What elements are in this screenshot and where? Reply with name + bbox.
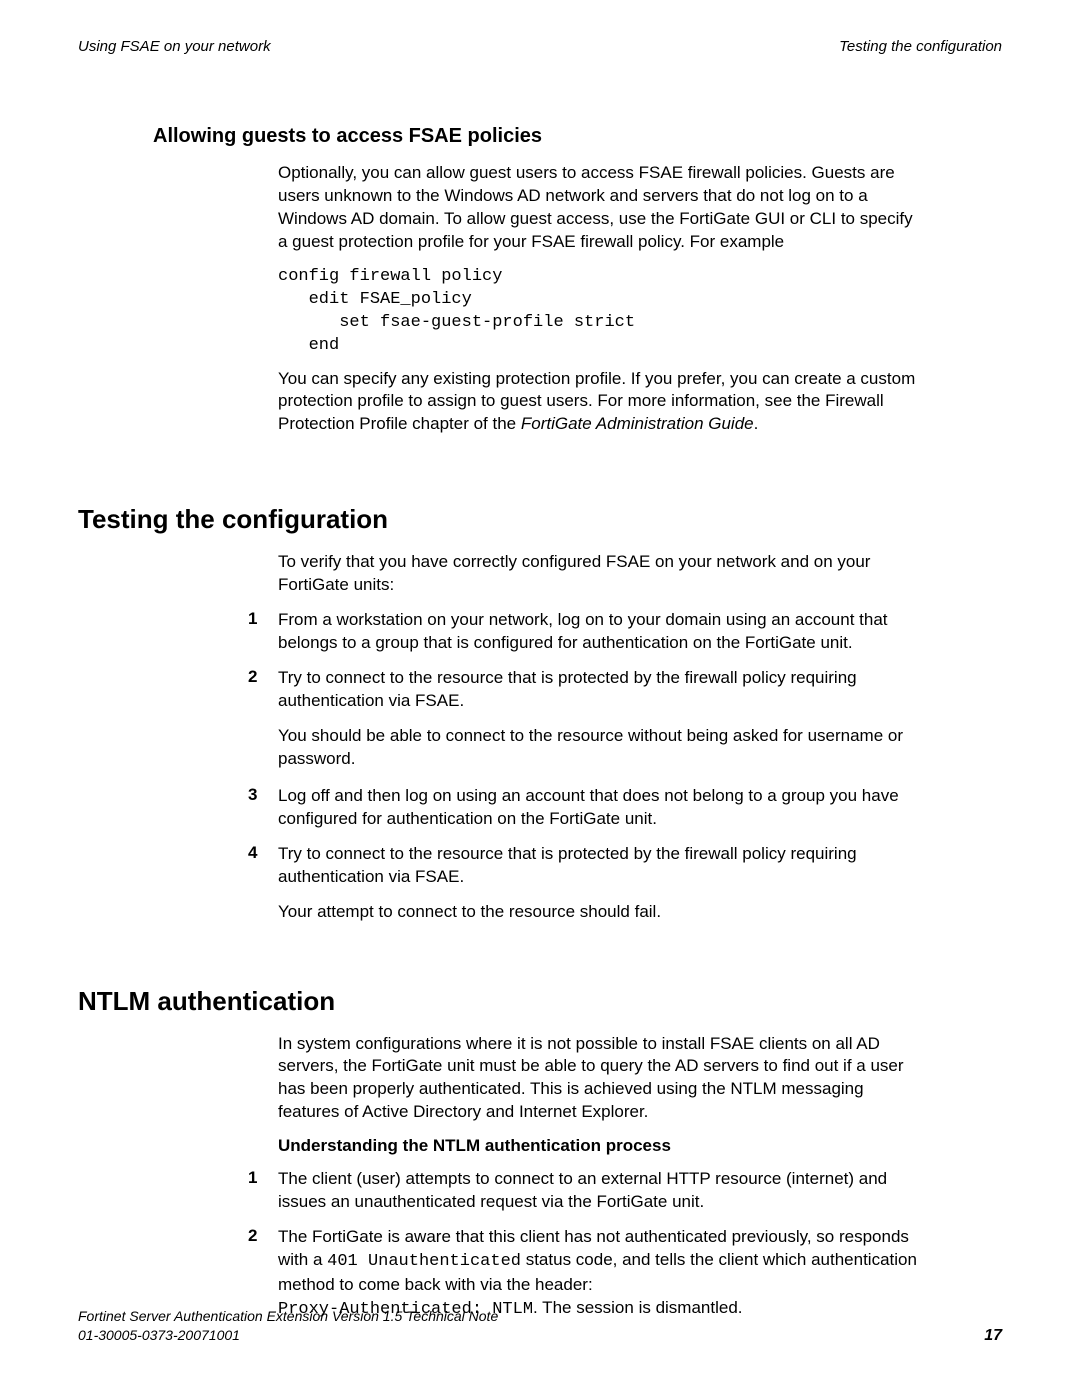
step-text: From a workstation on your network, log … xyxy=(278,609,918,655)
running-header: Using FSAE on your network Testing the c… xyxy=(78,38,1002,55)
main-content: Allowing guests to access FSAE policies … xyxy=(78,55,1002,1322)
page: Using FSAE on your network Testing the c… xyxy=(0,0,1080,1397)
para-guests-intro: Optionally, you can allow guest users to… xyxy=(278,162,918,254)
header-right: Testing the configuration xyxy=(839,38,1002,55)
list-item: 1 From a workstation on your network, lo… xyxy=(248,609,918,655)
step-text: Log off and then log on using an account… xyxy=(278,785,918,831)
page-number: 17 xyxy=(984,1327,1002,1345)
ref-admin-guide: FortiGate Administration Guide xyxy=(521,414,754,433)
footer-docid: 01-30005-0373-20071001 xyxy=(78,1327,240,1343)
list-item: 1 The client (user) attempts to connect … xyxy=(248,1168,918,1214)
heading-ntlm-auth: NTLM authentication xyxy=(78,986,1002,1017)
para-testing-intro: To verify that you have correctly config… xyxy=(278,551,918,597)
subheading-ntlm-process: Understanding the NTLM authentication pr… xyxy=(278,1136,1002,1156)
code-config-firewall: config firewall policy edit FSAE_policy … xyxy=(278,266,1002,358)
header-left: Using FSAE on your network xyxy=(78,38,271,55)
ntlm-steps-list: 1 The client (user) attempts to connect … xyxy=(248,1168,918,1322)
code-inline-401: 401 Unauthenticated xyxy=(327,1252,521,1271)
step-number: 1 xyxy=(248,1168,278,1214)
page-footer: Fortinet Server Authentication Extension… xyxy=(78,1307,1002,1345)
heading-testing-config: Testing the configuration xyxy=(78,504,1002,535)
step-number: 1 xyxy=(248,609,278,655)
note-after-step2: You should be able to connect to the res… xyxy=(278,725,918,771)
list-item: 2 Try to connect to the resource that is… xyxy=(248,667,918,713)
footer-title: Fortinet Server Authentication Extension… xyxy=(78,1308,498,1324)
step-number: 3 xyxy=(248,785,278,831)
step-text: Try to connect to the resource that is p… xyxy=(278,843,918,889)
para-ntlm-intro: In system configurations where it is not… xyxy=(278,1033,918,1125)
list-item: 4 Try to connect to the resource that is… xyxy=(248,843,918,889)
list-item: 3 Log off and then log on using an accou… xyxy=(248,785,918,831)
step-number: 4 xyxy=(248,843,278,889)
note-after-step4: Your attempt to connect to the resource … xyxy=(278,901,918,924)
heading-allowing-guests: Allowing guests to access FSAE policies xyxy=(153,125,1002,148)
step-text: Try to connect to the resource that is p… xyxy=(278,667,918,713)
footer-doc-info: Fortinet Server Authentication Extension… xyxy=(78,1307,498,1345)
para-guests-profile: You can specify any existing protection … xyxy=(278,368,918,437)
testing-steps-list: 1 From a workstation on your network, lo… xyxy=(248,609,918,713)
step-number: 2 xyxy=(248,667,278,713)
step-text: The client (user) attempts to connect to… xyxy=(278,1168,918,1214)
testing-steps-list-cont: 3 Log off and then log on using an accou… xyxy=(248,785,918,889)
text-fragment: . xyxy=(754,414,759,433)
